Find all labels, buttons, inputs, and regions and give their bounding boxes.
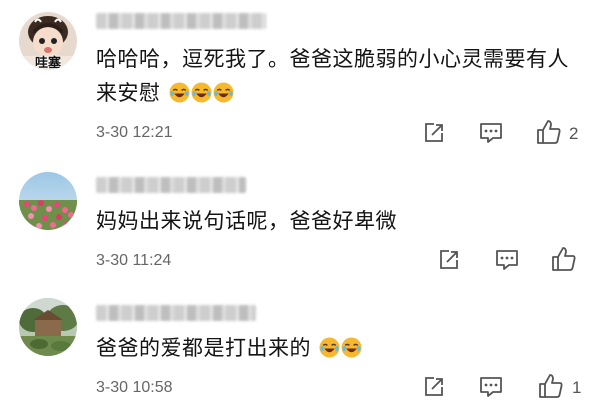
username[interactable]	[96, 177, 246, 193]
avatar-caption: 哇塞	[34, 56, 61, 70]
like-icon	[537, 120, 561, 144]
reply-button[interactable]	[493, 247, 521, 273]
comment-icon	[480, 377, 502, 397]
emoji-group	[311, 336, 362, 360]
avatar-image	[19, 298, 77, 356]
like-icon	[552, 247, 576, 271]
avatar-image	[19, 172, 77, 230]
like-count: 1	[572, 378, 582, 397]
comment-text-content: 妈妈出来说句话呢，爸爸好卑微	[96, 209, 397, 233]
comment-item: 爸爸的爱都是打出来的 3-30 10:58 1	[0, 285, 600, 413]
share-icon	[440, 250, 458, 269]
comment-time: 3-30 12:21	[96, 124, 173, 141]
share-icon	[425, 123, 443, 142]
reply-button[interactable]	[477, 374, 505, 400]
like-button[interactable]	[550, 245, 578, 271]
share-icon	[425, 377, 443, 396]
avatar[interactable]: 哇塞	[19, 12, 77, 70]
username[interactable]	[96, 13, 266, 29]
like-icon	[539, 374, 563, 398]
comment-text: 爸爸的爱都是打出来的	[96, 331, 576, 365]
laugh-cry-emoji	[341, 337, 362, 358]
avatar[interactable]	[19, 298, 77, 356]
laugh-cry-emoji	[169, 82, 190, 103]
comment-item: 哇塞 哈哈哈，逗死我了。爸爸这脆弱的小心灵需要有人来安慰 3-30 12:21 …	[0, 0, 600, 160]
username[interactable]	[96, 305, 256, 321]
comment-time: 3-30 11:24	[96, 252, 172, 269]
share-button[interactable]	[421, 374, 447, 400]
like-count: 2	[569, 124, 579, 143]
comment-icon	[496, 250, 518, 270]
comment-text: 妈妈出来说句话呢，爸爸好卑微	[96, 204, 576, 238]
comment-icon	[480, 123, 502, 143]
laugh-cry-emoji	[213, 82, 234, 103]
comment-text: 哈哈哈，逗死我了。爸爸这脆弱的小心灵需要有人来安慰	[96, 42, 576, 110]
laugh-cry-emoji	[319, 337, 340, 358]
comment-time: 3-30 10:58	[96, 379, 173, 396]
share-button[interactable]	[436, 247, 462, 273]
emoji-group	[161, 81, 234, 105]
share-button[interactable]	[421, 120, 447, 146]
laugh-cry-emoji	[191, 82, 212, 103]
like-button[interactable]	[535, 118, 563, 144]
like-button[interactable]	[537, 372, 565, 398]
comment-item: 妈妈出来说句话呢，爸爸好卑微 3-30 11:24	[0, 160, 600, 285]
avatar[interactable]	[19, 172, 77, 230]
comment-text-content: 爸爸的爱都是打出来的	[96, 336, 311, 360]
reply-button[interactable]	[477, 120, 505, 146]
